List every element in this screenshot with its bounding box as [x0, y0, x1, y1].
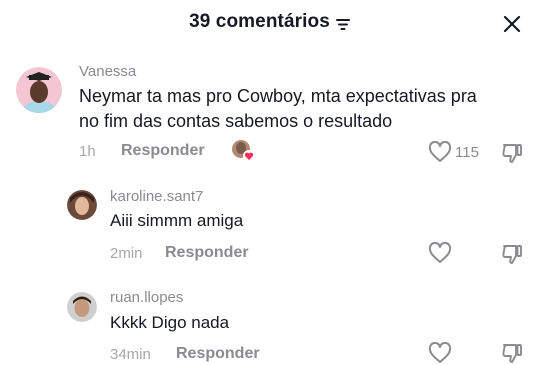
comments-count-title: 39 comentários — [189, 11, 330, 32]
reply-text: Aiii simmm amiga — [110, 211, 244, 230]
dislike-button[interactable] — [499, 341, 525, 365]
reply-username[interactable]: ruan.llopes — [110, 289, 183, 306]
reply-time: 2min — [110, 245, 143, 262]
reply-text: Kkkk Digo nada — [110, 313, 230, 332]
reply-button[interactable]: Responder — [121, 142, 205, 160]
close-icon — [503, 15, 521, 33]
creator-liked-badge — [231, 139, 255, 163]
comment-time: 1h — [79, 143, 96, 160]
thumbs-down-icon — [502, 245, 522, 264]
avatar[interactable] — [16, 67, 62, 113]
reply-button[interactable]: Responder — [176, 345, 260, 363]
comment-text-line: no fim das contas sabemos o resultado — [79, 111, 393, 131]
avatar[interactable] — [67, 292, 97, 322]
reply-button[interactable]: Responder — [165, 244, 249, 262]
thumbs-down-icon — [502, 344, 522, 363]
like-button[interactable] — [426, 139, 454, 165]
heart-outline-icon — [428, 141, 452, 162]
reply-username[interactable]: karoline.sant7 — [110, 188, 203, 205]
dislike-button[interactable] — [499, 140, 525, 166]
avatar[interactable] — [67, 190, 97, 220]
heart-outline-icon — [428, 242, 452, 263]
like-count: 115 — [455, 144, 479, 161]
comment-text: Neymar ta mas pro Cowboy, mta expectativ… — [79, 84, 529, 134]
sort-lines-icon[interactable] — [335, 15, 351, 30]
like-button[interactable] — [426, 341, 454, 365]
reply-time: 34min — [110, 346, 151, 363]
comment-text-line: Neymar ta mas pro Cowboy, mta expectativ… — [79, 86, 477, 106]
like-button[interactable] — [426, 240, 454, 266]
close-button[interactable] — [498, 10, 526, 38]
dislike-button[interactable] — [499, 241, 525, 267]
comment-username[interactable]: Vanessa — [79, 63, 136, 80]
thumbs-down-icon — [502, 144, 522, 163]
comments-header: 39 comentários — [0, 11, 540, 33]
heart-outline-icon — [428, 342, 452, 363]
